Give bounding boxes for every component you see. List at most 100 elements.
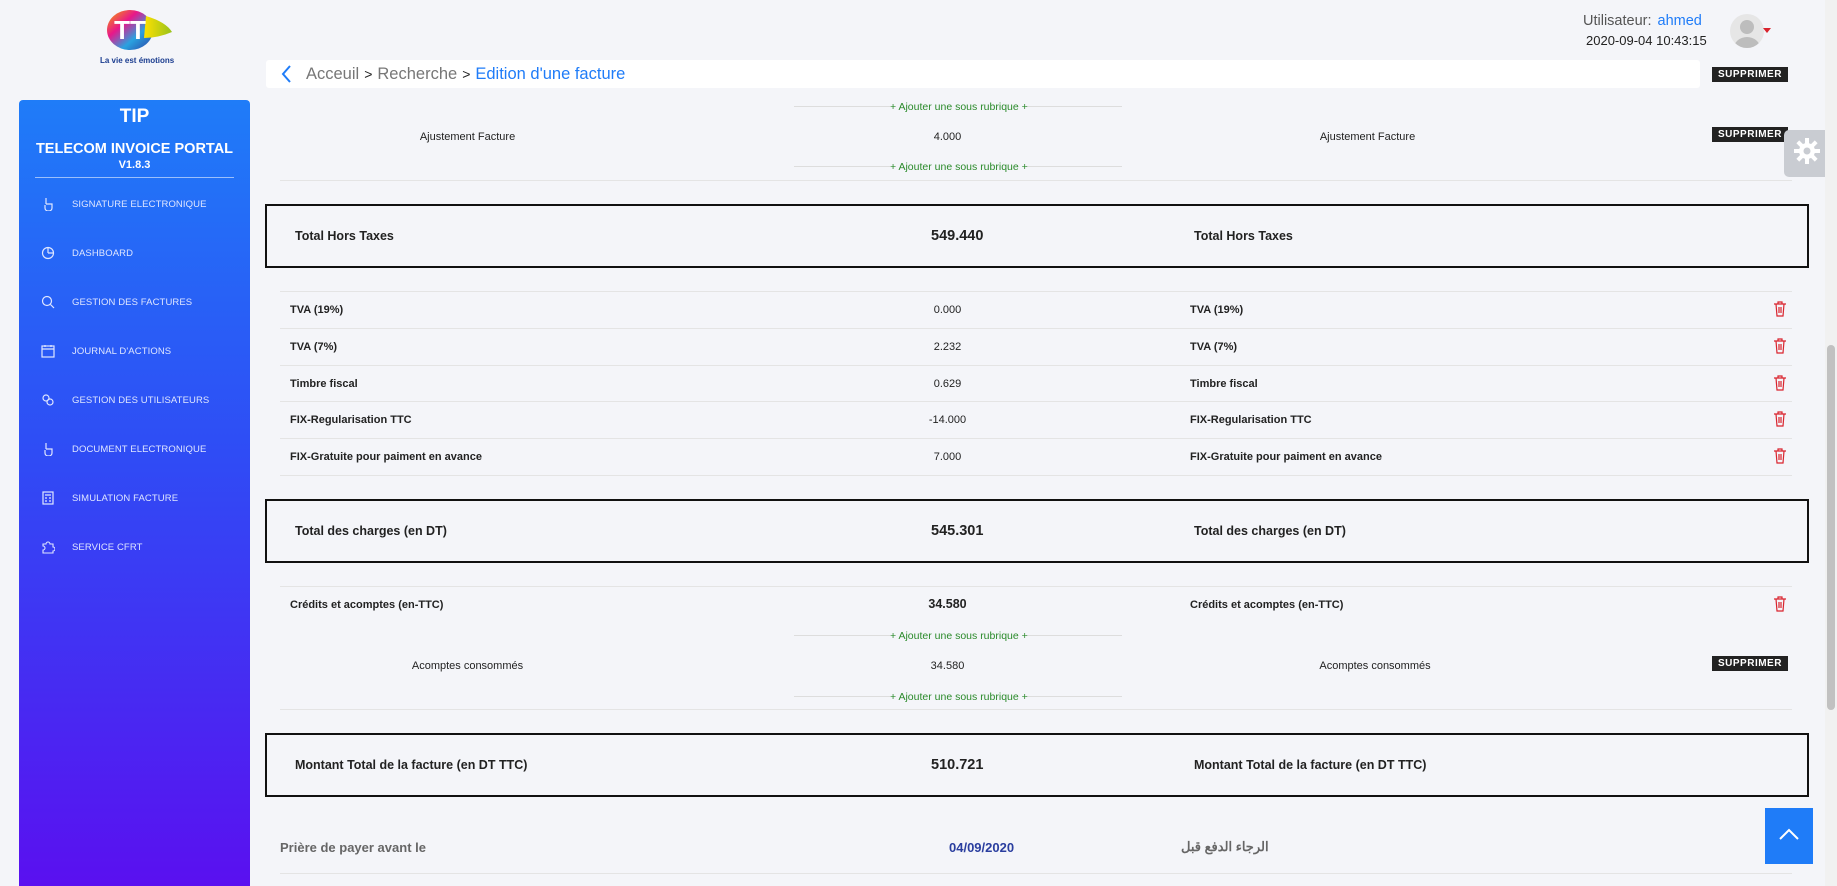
sidebar-item-document[interactable]: DOCUMENT ELECTRONIQUE (19, 435, 250, 463)
user-label: Utilisateur: (1583, 13, 1652, 29)
breadcrumb-search[interactable]: Recherche (377, 65, 457, 84)
tax-label-right: TVA (7%) (1190, 341, 1238, 353)
tax-value: 7.000 (933, 451, 962, 463)
sidebar-item-utilisateurs[interactable]: GESTION DES UTILISATEURS (19, 386, 250, 414)
sidebar-item-label: DASHBOARD (72, 247, 134, 259)
total-ttc-label: Montant Total de la facture (en DT TTC) (295, 758, 528, 772)
tax-label-right: FIX-Regularisation TTC (1190, 414, 1312, 426)
user-info: Utilisateur: ahmed (1583, 13, 1702, 29)
total-ht-value: 549.440 (931, 228, 984, 244)
total-charges-box: Total des charges (en DT) 545.301 Total … (265, 499, 1809, 563)
divider (280, 401, 1792, 402)
tax-label: TVA (19%) (290, 304, 344, 316)
trash-icon[interactable] (1773, 596, 1787, 612)
tax-label-right: FIX-Gratuite pour paiment en avance (1190, 451, 1382, 463)
divider (280, 709, 1792, 710)
divider (280, 328, 1792, 329)
sidebar-item-label: JOURNAL D'ACTIONS (72, 345, 172, 357)
scrollbar[interactable] (1825, 0, 1837, 886)
add-subsection-link[interactable]: + Ajouter une sous rubrique + (890, 630, 1028, 642)
adjustment-label-right: Ajustement Facture (1319, 131, 1416, 143)
tax-value: 0.629 (933, 378, 962, 390)
acomptes-label-right: Acomptes consommés (1319, 660, 1431, 672)
payment-due-date: 04/09/2020 (949, 840, 1015, 855)
total-ht-label-right: Total Hors Taxes (1194, 229, 1293, 243)
add-subsection-link[interactable]: + Ajouter une sous rubrique + (890, 691, 1028, 703)
tax-label: FIX-Gratuite pour paiment en avance (290, 451, 482, 463)
delete-button[interactable]: SUPPRIMER (1712, 67, 1788, 82)
adjustment-label: Ajustement Facture (419, 131, 516, 143)
sidebar-item-label: SIMULATION FACTURE (72, 492, 179, 504)
acomptes-value: 34.580 (930, 660, 965, 672)
puzzle-icon (41, 540, 55, 554)
add-subsection-link[interactable]: + Ajouter une sous rubrique + (890, 161, 1028, 173)
sidebar-item-cfrt[interactable]: SERVICE CFRT (19, 533, 250, 561)
divider (280, 180, 1792, 181)
total-charges-label-right: Total des charges (en DT) (1194, 524, 1346, 538)
trash-icon[interactable] (1773, 448, 1787, 464)
gear-icon (1792, 136, 1822, 171)
sidebar-item-journal[interactable]: JOURNAL D'ACTIONS (19, 337, 250, 365)
breadcrumb-separator: > (364, 66, 373, 82)
breadcrumb-separator: > (462, 66, 471, 82)
trash-icon[interactable] (1773, 338, 1787, 354)
avatar[interactable] (1730, 14, 1764, 48)
chevron-up-icon (1778, 827, 1800, 846)
sidebar-version: V1.8.3 (118, 159, 151, 171)
sidebar-item-label: SERVICE CFRT (72, 541, 143, 553)
total-ttc-box: Montant Total de la facture (en DT TTC) … (265, 733, 1809, 797)
tax-label: FIX-Regularisation TTC (290, 414, 412, 426)
hand-pointer-icon (41, 442, 55, 456)
breadcrumb-home[interactable]: Acceuil (306, 65, 359, 84)
sidebar-title: TIP (119, 106, 150, 127)
divider (280, 365, 1792, 366)
add-subsection-link[interactable]: + Ajouter une sous rubrique + (890, 101, 1028, 113)
delete-button[interactable]: SUPPRIMER (1712, 127, 1788, 142)
credits-label: Crédits et acomptes (en-TTC) (290, 599, 444, 611)
logo-tagline: La vie est émotions (100, 56, 175, 65)
username-link[interactable]: ahmed (1658, 13, 1702, 29)
tax-value: 2.232 (933, 341, 962, 353)
credits-label-right: Crédits et acomptes (en-TTC) (1190, 599, 1344, 611)
divider (280, 475, 1792, 476)
hand-pointer-icon (41, 197, 55, 211)
calendar-icon (41, 344, 55, 358)
tax-label-right: Timbre fiscal (1190, 378, 1258, 390)
breadcrumb: Acceuil > Recherche > Edition d'une fact… (266, 60, 1700, 88)
sidebar-item-label: DOCUMENT ELECTRONIQUE (72, 443, 207, 455)
payment-due-label: Prière de payer avant le (280, 840, 426, 855)
pie-chart-icon (41, 246, 55, 260)
sidebar: TIP TELECOM INVOICE PORTAL V1.8.3 SIGNAT… (19, 100, 250, 886)
trash-icon[interactable] (1773, 375, 1787, 391)
datetime: 2020-09-04 10:43:15 (1586, 33, 1707, 48)
total-ttc-value: 510.721 (931, 757, 984, 773)
svg-text:TT: TT (114, 15, 146, 45)
sidebar-item-signature[interactable]: SIGNATURE ELECTRONIQUE (19, 190, 250, 218)
tax-value: 0.000 (933, 304, 962, 316)
back-chevron-icon[interactable] (266, 60, 306, 88)
divider (280, 873, 1792, 874)
total-ttc-label-right: Montant Total de la facture (en DT TTC) (1194, 758, 1427, 772)
divider (280, 291, 1792, 292)
sidebar-item-dashboard[interactable]: DASHBOARD (19, 239, 250, 267)
user-menu-caret-icon[interactable] (1763, 28, 1771, 33)
tax-label: TVA (7%) (290, 341, 338, 353)
scroll-to-top-button[interactable] (1765, 808, 1813, 864)
trash-icon[interactable] (1773, 301, 1787, 317)
scrollbar-thumb[interactable] (1827, 345, 1835, 710)
divider (280, 586, 1792, 587)
sidebar-item-label: GESTION DES UTILISATEURS (72, 394, 210, 406)
total-charges-label: Total des charges (en DT) (295, 524, 447, 538)
credits-value: 34.580 (928, 597, 967, 611)
divider (280, 438, 1792, 439)
sidebar-item-factures[interactable]: GESTION DES FACTURES (19, 288, 250, 316)
users-icon (41, 393, 55, 407)
tax-value: -14.000 (928, 414, 967, 426)
adjustment-value: 4.000 (933, 131, 962, 143)
payment-due-label-arabic: الرجاء الدفع قبل (1181, 839, 1269, 854)
sidebar-item-simulation[interactable]: SIMULATION FACTURE (19, 484, 250, 512)
sidebar-item-label: GESTION DES FACTURES (72, 296, 193, 308)
calculator-icon (41, 491, 55, 505)
delete-button[interactable]: SUPPRIMER (1712, 656, 1788, 671)
trash-icon[interactable] (1773, 411, 1787, 427)
